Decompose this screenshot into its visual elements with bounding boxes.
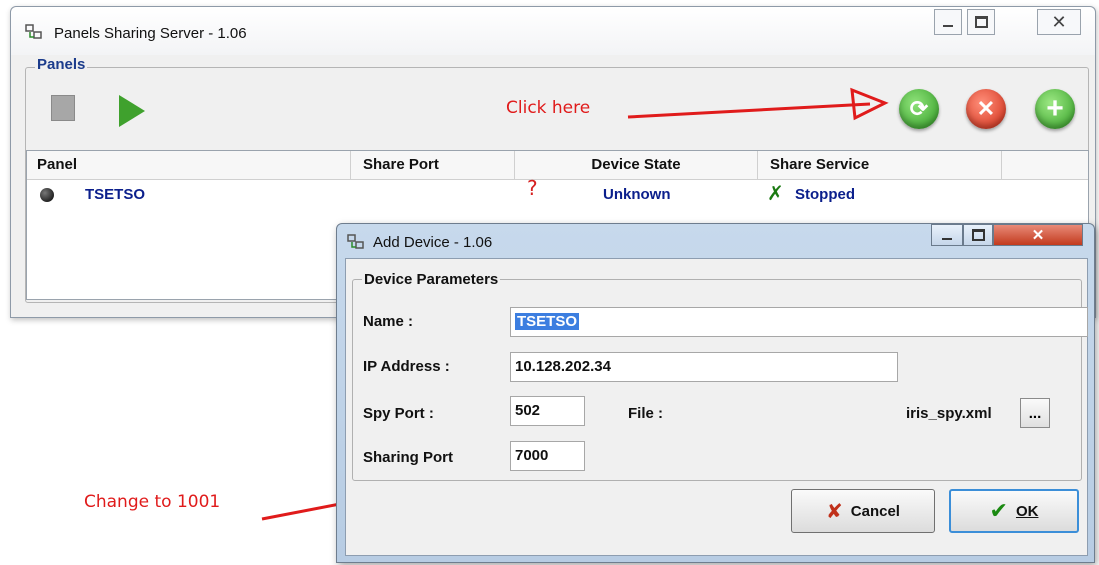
dialog-maximize-button[interactable] bbox=[963, 224, 993, 246]
dialog-minimize-button[interactable] bbox=[931, 224, 963, 246]
close-icon: ✕ bbox=[1051, 11, 1067, 33]
dialog-title: Add Device - 1.06 bbox=[373, 234, 493, 251]
spy-port-field[interactable]: 502 bbox=[510, 396, 585, 426]
close-button[interactable]: ✕ bbox=[1037, 9, 1081, 35]
play-icon[interactable] bbox=[119, 95, 145, 127]
ok-button[interactable]: ✔ OK bbox=[949, 489, 1079, 533]
close-icon: ✕ bbox=[1031, 227, 1045, 244]
panels-group-label: Panels bbox=[35, 56, 88, 73]
main-titlebar[interactable]: Panels Sharing Server - 1.06 ✕ bbox=[11, 7, 1095, 55]
name-field[interactable]: TSETSO bbox=[510, 307, 1088, 337]
cancel-label: Cancel bbox=[850, 502, 900, 520]
row-panel-name: TSETSO bbox=[85, 186, 146, 203]
remove-icon[interactable]: ✕ bbox=[966, 89, 1006, 129]
ok-label: OK bbox=[1015, 502, 1039, 520]
column-header-panel[interactable]: Panel bbox=[27, 151, 351, 179]
cancel-button[interactable]: ✘ Cancel bbox=[791, 489, 935, 533]
column-header-share-port[interactable]: Share Port bbox=[351, 151, 515, 179]
app-icon bbox=[25, 24, 42, 39]
maximize-icon bbox=[974, 16, 988, 28]
dialog-close-button[interactable]: ✕ bbox=[993, 224, 1083, 246]
dialog-app-icon bbox=[347, 234, 364, 249]
stopped-icon: ✗ bbox=[767, 181, 784, 205]
cancel-icon: ✘ bbox=[826, 499, 843, 523]
maximize-icon bbox=[971, 229, 985, 241]
device-parameters-label: Device Parameters bbox=[362, 271, 501, 288]
ok-icon: ✔ bbox=[989, 498, 1008, 524]
add-icon[interactable]: + bbox=[1035, 89, 1075, 129]
stop-icon[interactable] bbox=[51, 95, 75, 121]
ip-address-label: IP Address : bbox=[363, 358, 450, 375]
sharing-port-field[interactable]: 7000 bbox=[510, 441, 585, 471]
table-header: Panel Share Port Device State Share Serv… bbox=[27, 151, 1088, 180]
name-label: Name : bbox=[363, 313, 414, 330]
ip-address-field[interactable]: 10.128.202.34 bbox=[510, 352, 898, 382]
window-title: Panels Sharing Server - 1.06 bbox=[54, 25, 247, 42]
row-share-service: Stopped bbox=[795, 186, 855, 203]
add-device-dialog: Add Device - 1.06 ✕ Device Parameters Na… bbox=[336, 223, 1095, 563]
annotation-click-here: Click here bbox=[506, 98, 591, 118]
column-header-device-state[interactable]: Device State bbox=[515, 151, 758, 179]
annotation-change-to: Change to 1001 bbox=[84, 492, 221, 512]
question-icon: ? bbox=[527, 176, 538, 200]
row-device-state: Unknown bbox=[603, 186, 671, 203]
name-field-value: TSETSO bbox=[515, 313, 580, 330]
file-value: iris_spy.xml bbox=[906, 405, 992, 422]
dialog-window-controls: ✕ bbox=[931, 224, 1084, 248]
column-header-empty bbox=[1002, 151, 1088, 179]
browse-file-button[interactable]: ... bbox=[1020, 398, 1050, 428]
minimize-icon bbox=[943, 25, 953, 27]
minimize-icon bbox=[942, 238, 952, 240]
dialog-body: Device Parameters Name : TSETSO IP Addre… bbox=[345, 258, 1088, 556]
maximize-button[interactable] bbox=[967, 9, 995, 35]
column-header-share-service[interactable]: Share Service bbox=[758, 151, 1002, 179]
sharing-port-label: Sharing Port bbox=[363, 449, 454, 466]
file-label: File : bbox=[628, 405, 664, 422]
table-row[interactable]: TSETSO ? Unknown ✗ Stopped bbox=[27, 176, 1088, 209]
status-dot-icon bbox=[40, 188, 54, 202]
spy-port-label: Spy Port : bbox=[363, 405, 434, 422]
minimize-button[interactable] bbox=[934, 9, 962, 35]
refresh-icon[interactable]: ⟳ bbox=[899, 89, 939, 129]
